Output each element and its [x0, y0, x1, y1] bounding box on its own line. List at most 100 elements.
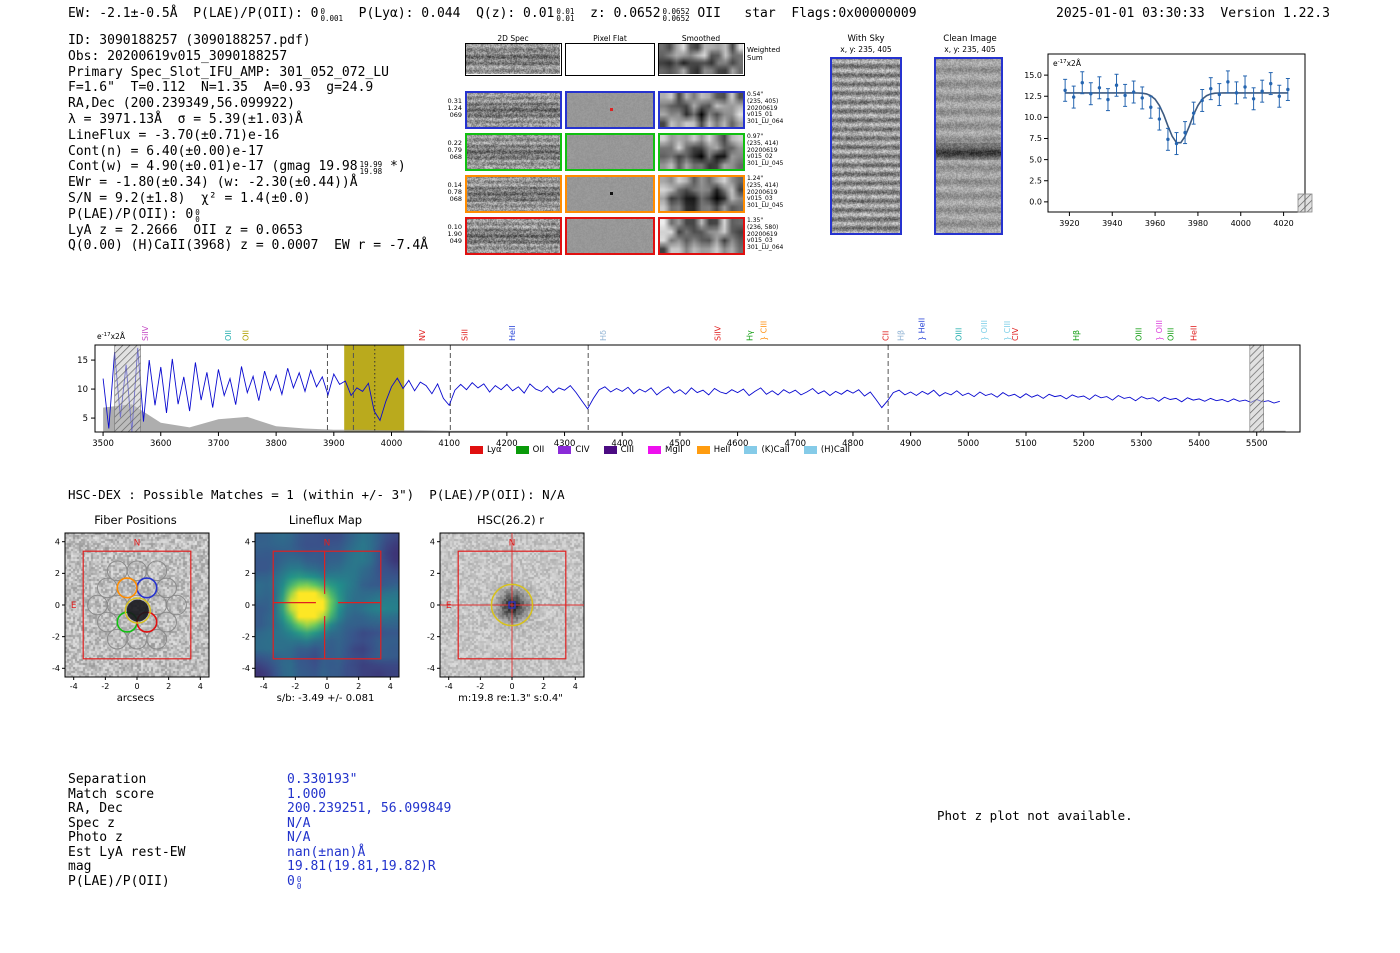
svg-text:2: 2	[430, 569, 435, 578]
legend-item: (H)CaII	[803, 445, 850, 455]
spec2d-row-3-col-1	[565, 217, 655, 255]
legend-item: CIV	[558, 445, 590, 455]
info-line: S/N = 9.2(±1.8) χ² = 1.4(±0.0)	[68, 190, 311, 206]
svg-text:4900: 4900	[900, 439, 922, 449]
svg-text:2: 2	[55, 569, 60, 578]
svg-text:-4: -4	[242, 664, 250, 673]
match-field-value: N/A	[287, 830, 311, 845]
svg-text:CII: CII	[882, 331, 891, 341]
svg-text:OII: OII	[241, 330, 250, 341]
photz-note: Phot z plot not available.	[937, 808, 1133, 823]
legend-label: CIII	[620, 445, 635, 455]
legend-label: (H)CaII	[820, 445, 850, 455]
svg-text:4: 4	[198, 682, 203, 691]
match-field-value: 0.330193"	[287, 772, 358, 787]
clean-image-title: Clean Image	[943, 34, 997, 44]
svg-text:-4: -4	[445, 682, 453, 691]
svg-text:4000: 4000	[1231, 219, 1251, 228]
svg-text:-2: -2	[242, 632, 250, 641]
info-line: EWr = -1.80(±0.34) (w: -2.30(±0.44))Å	[68, 175, 358, 191]
svg-text:-2: -2	[476, 682, 484, 691]
svg-text:4: 4	[245, 538, 250, 547]
svg-text:} HeII: } HeII	[917, 318, 926, 341]
spectrum-legend: Lyα OII CIV CIII MgII HeII (K)CaII (H)CaII	[470, 445, 850, 455]
legend-label: OII	[532, 445, 545, 455]
source-blob	[126, 599, 149, 622]
svg-text:10: 10	[77, 385, 88, 395]
info-line: Primary Spec_Slot_IFU_AMP: 301_052_072_L…	[68, 64, 389, 80]
sup-sub-stack: 0.0652 0.0652	[662, 7, 690, 23]
compass-east-label: E	[446, 601, 452, 611]
info-line: LineFlux = -3.70(±0.71)e-16	[68, 127, 280, 143]
svg-text:Hβ: Hβ	[1072, 330, 1081, 341]
spec2d-row-0-right-label: 0.54" (235, 405) 20200619 v015_01 301_LU_064	[747, 91, 784, 126]
sup-sub-stack: 0.01 0.01	[556, 7, 575, 23]
svg-text:5000: 5000	[958, 439, 980, 449]
emission-line-labels: SiIV OII OII NV SiII HeII Hδ SiIV Hγ} CIII CII Hβ}…	[141, 318, 1199, 341]
red-marker	[610, 108, 613, 111]
svg-text:3800: 3800	[265, 439, 287, 449]
svg-text:5300: 5300	[1131, 439, 1153, 449]
clean-image	[934, 57, 1003, 235]
legend-item: MgII	[648, 445, 683, 455]
sup-sub-stack: 0 0.001	[320, 7, 344, 23]
match-table-row: RA, Dec 200.239251, 56.099849	[68, 801, 451, 816]
black-marker	[610, 192, 613, 195]
info-line: P(LAE)/P(OII): 000	[68, 206, 200, 224]
legend-label: CIV	[575, 445, 590, 455]
match-table-row: Spec z N/A	[68, 816, 451, 831]
svg-text:-4: -4	[427, 664, 435, 673]
svg-text:3960: 3960	[1145, 219, 1165, 228]
spec2d-row-3-right-label: 1.35" (236, 580) 20200619 v015_03 301_LU_064	[747, 217, 784, 252]
svg-text:5: 5	[83, 414, 88, 424]
info-line: Obs: 20200619v015_3090188257	[68, 48, 288, 64]
svg-text:4000: 4000	[381, 439, 403, 449]
compass-north-label: N	[509, 538, 516, 548]
spec2d-row-1-col-1	[565, 133, 655, 171]
svg-text:SiII: SiII	[461, 329, 470, 341]
fiber-positions-xlabel: arcsecs	[116, 693, 155, 704]
info-line: Cont(w) = 4.90(±0.01)e-17 (gmag 19.98 19.…	[68, 159, 406, 177]
spec2d-row-1-right-label: 0.97" (235, 414) 20200619 v015_02 301_LU_045	[747, 133, 784, 168]
svg-text:4: 4	[573, 682, 578, 691]
legend-swatch	[696, 446, 710, 454]
svg-text:-4: -4	[70, 682, 78, 691]
legend-swatch	[648, 446, 662, 454]
svg-text:-2: -2	[101, 682, 109, 691]
header-meta: 2025-01-01 03:30:33 Version 1.22.3	[1056, 6, 1330, 21]
extraction-box	[272, 550, 382, 660]
match-table-row: Separation 0.330193"	[68, 772, 451, 787]
svg-text:10.0: 10.0	[1024, 113, 1042, 122]
compass-north-label: N	[134, 538, 141, 548]
svg-text:OIII: OIII	[1167, 328, 1176, 341]
match-table-row: Est LyA rest-EW nan(±nan)Å	[68, 845, 451, 860]
match-field-label: mag	[68, 859, 92, 874]
clean-image-coords: x, y: 235, 405	[944, 45, 996, 54]
spec2d-row-2-left-label: 0.14 0.78 068	[447, 181, 462, 203]
legend-item: CIII	[603, 445, 635, 455]
svg-text:3900: 3900	[323, 439, 345, 449]
hsc-cutout-panel: HSC(26.2) r -4 -2 0 2 4 4 2 0 -2 -4 N E m:19.8 re:1…	[418, 505, 603, 715]
legend-swatch	[603, 446, 617, 454]
match-field-label: RA, Dec	[68, 801, 123, 816]
hsc-cutout-xlabel: m:19.8 re:1.3" s:0.4"	[458, 693, 563, 704]
noise-spectrum-fill	[103, 404, 1286, 432]
svg-text:12.5: 12.5	[1024, 92, 1042, 101]
sup-sub-stack: 00	[296, 874, 302, 891]
spec2d-row-0-col-0	[465, 91, 562, 129]
svg-text:3940: 3940	[1102, 219, 1122, 228]
svg-text:0: 0	[324, 682, 329, 691]
compass-east-label: E	[71, 601, 77, 611]
spectrum-axes: 3500 3600 3700 3800 3900 4000 4100 4200 4300 4400…	[77, 356, 1267, 449]
lineflux-map-xlabel: s/b: -3.49 +/- 0.081	[276, 693, 375, 704]
svg-text:} OIII: } OIII	[1155, 320, 1164, 341]
legend-item: OII	[515, 445, 545, 455]
svg-text:} OIII: } OIII	[980, 320, 989, 341]
legend-swatch	[558, 446, 572, 454]
sup-sub-stack: 00	[195, 207, 200, 224]
hsc-cutout-svg: -4 -2 0 2 4 4 2 0 -2 -4 N E	[427, 532, 585, 691]
info-line: λ = 3971.13Å σ = 5.39(±1.03)Å	[68, 111, 303, 127]
match-field-value: 19.81(19.81,19.82)R	[287, 859, 436, 874]
spec2d-header-pixelflat: Pixel Flat	[593, 34, 627, 43]
svg-text:0: 0	[55, 601, 60, 610]
